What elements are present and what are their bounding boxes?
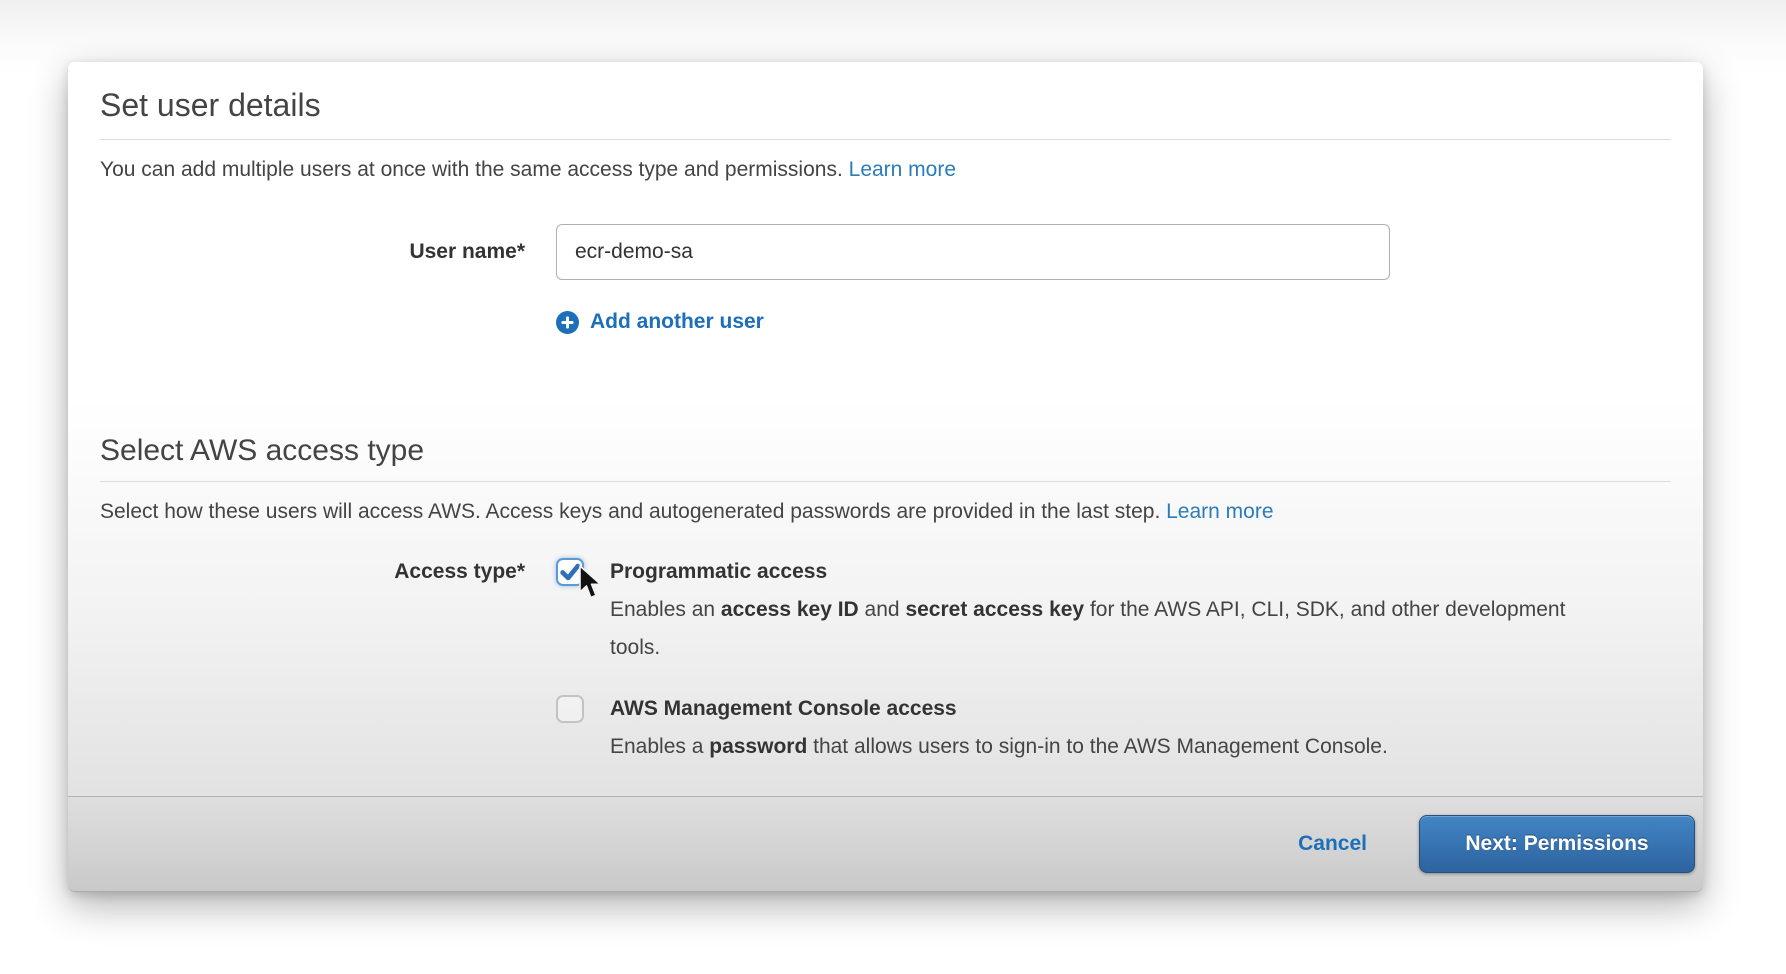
page-background: Set user details You can add multiple us… xyxy=(0,0,1786,974)
learn-more-link-user-details[interactable]: Learn more xyxy=(849,158,956,181)
next-permissions-button[interactable]: Next: Permissions xyxy=(1419,815,1695,873)
check-icon xyxy=(558,559,582,585)
cancel-button[interactable]: Cancel xyxy=(1298,832,1367,856)
access-type-title: Select AWS access type xyxy=(100,433,1671,469)
programmatic-access-title: Programmatic access xyxy=(610,558,1595,586)
console-access-option: AWS Management Console access Enables a … xyxy=(556,695,1671,766)
user-details-description-text: You can add multiple users at once with … xyxy=(100,158,843,181)
panel-body: Set user details You can add multiple us… xyxy=(68,62,1703,796)
access-type-label: Access type* xyxy=(100,558,525,586)
add-another-user-link[interactable]: Add another user xyxy=(556,310,764,334)
add-user-panel: Set user details You can add multiple us… xyxy=(68,62,1703,892)
programmatic-access-checkbox[interactable] xyxy=(556,558,584,586)
page-title: Set user details xyxy=(100,86,1671,124)
console-access-title: AWS Management Console access xyxy=(610,695,1388,723)
learn-more-link-access-type[interactable]: Learn more xyxy=(1166,500,1273,523)
programmatic-access-option: Programmatic access Enables an access ke… xyxy=(556,558,1671,667)
user-name-row: User name* xyxy=(100,224,1671,280)
console-access-checkbox[interactable] xyxy=(556,695,584,723)
user-details-description: You can add multiple users at once with … xyxy=(100,157,1671,182)
access-type-description: Select how these users will access AWS. … xyxy=(100,499,1671,524)
access-type-description-text: Select how these users will access AWS. … xyxy=(100,500,1160,523)
user-name-input[interactable] xyxy=(556,224,1390,280)
divider xyxy=(100,139,1671,140)
console-access-desc: Enables a password that allows users to … xyxy=(610,728,1388,766)
access-type-row: Access type* Programmatic access Enables… xyxy=(100,558,1671,766)
add-icon xyxy=(556,311,579,334)
user-name-label: User name* xyxy=(100,238,525,266)
add-another-user-label: Add another user xyxy=(590,310,764,334)
programmatic-access-desc: Enables an access key ID and secret acce… xyxy=(610,591,1595,667)
add-user-row: Add another user xyxy=(100,310,1671,339)
wizard-footer: Cancel Next: Permissions xyxy=(68,796,1703,892)
divider xyxy=(100,481,1671,482)
